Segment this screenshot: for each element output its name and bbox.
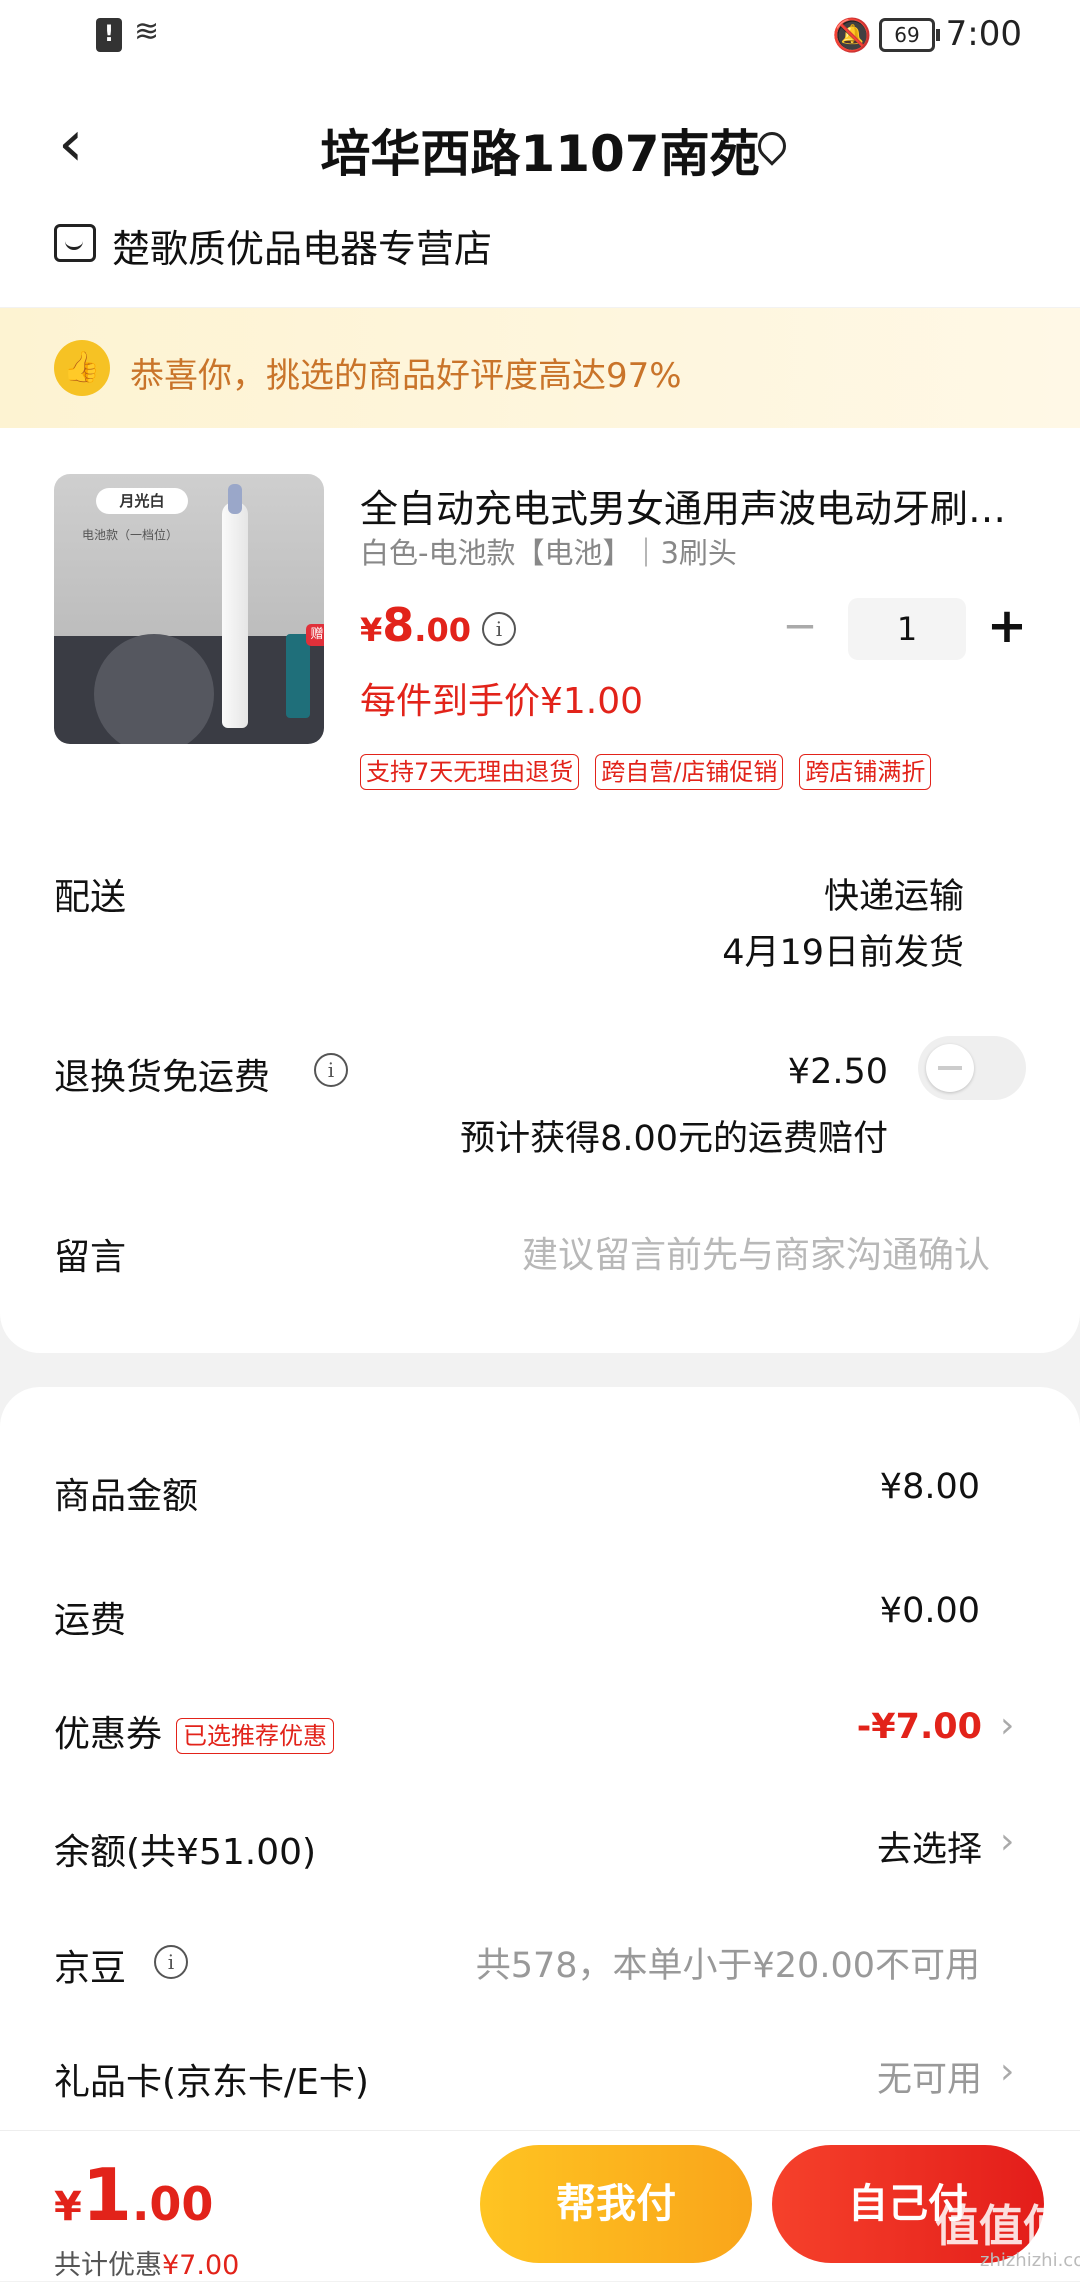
watermark-site: zhizhizhi.com [980,2250,1080,2271]
coupon-label: 优惠券 [54,1714,163,1755]
balance-chevron-icon[interactable]: › [1000,1821,1014,1862]
praise-banner: 👍 恭喜你，挑选的商品好评度高达97% [0,308,1080,428]
saved-value: ¥7.00 [162,2250,240,2281]
banner-text: 恭喜你，挑选的商品好评度高达97% [130,356,682,396]
return-shipping-note: 预计获得8.00元的运费赔付 [460,1119,888,1159]
checkout-bar: ¥1.00 共计优惠¥7.00 帮我付 自己付 [0,2130,1080,2281]
bell-muted-icon: 🔕 [832,16,872,54]
order-card: 月光白 电池款（一档位） 赠 全自动充电式男女通用声波电动牙刷… 白色-电池款【… [0,428,1080,1353]
balance-label: 余额(共¥51.00) [54,1832,317,1873]
freight-label: 运费 [54,1600,127,1641]
coupon-chevron-icon[interactable]: › [1000,1705,1014,1746]
service-badges: 支持7天无理由退货 跨自营/店铺促销 跨店铺满折 [360,754,932,790]
badge-return: 支持7天无理由退货 [360,754,580,790]
status-bar: ! ≋ 🔕 69 7:00 [0,0,1080,72]
jingdou-value: 共578，本单小于¥20.00不可用 [475,1946,980,1986]
return-shipping-price: ¥2.50 [787,1052,888,1092]
product-image-tag: 月光白 [96,488,188,514]
unit-price: 每件到手价¥1.00 [360,681,644,722]
product-price: ¥8.00 [360,598,471,652]
goods-amount-value: ¥8.00 [879,1467,980,1507]
badge-cross-discount: 跨店铺满折 [799,754,932,790]
saved-amount: 共计优惠¥7.00 [54,2243,239,2282]
coupon-tag: 已选推荐优惠 [176,1718,335,1754]
return-shipping-label: 退换货免运费 [54,1057,271,1098]
status-time: 7:00 [945,14,1022,54]
goods-amount-label: 商品金额 [54,1476,199,1517]
quantity-input[interactable]: 1 [848,598,966,660]
price-decimal: .00 [414,611,471,649]
return-shipping-toggle[interactable] [918,1036,1026,1100]
delivery-method[interactable]: 快递运输 [824,868,964,919]
brush-head-graphic [228,484,242,514]
giftcard-value[interactable]: 无可用 [877,2051,982,2102]
product-title[interactable]: 全自动充电式男女通用声波电动牙刷… [360,478,1030,533]
header: ‹ 培华西路1107南苑 楚歌质优品电器专营店 [0,72,1080,307]
product-image[interactable]: 月光白 电池款（一档位） 赠 [54,474,324,744]
price-symbol: ¥ [360,611,383,649]
product-image-sub: 电池款（一档位） [82,528,179,542]
summary-card: 商品金额 ¥8.00 运费 ¥0.00 优惠券 已选推荐优惠 -¥7.00 › 余… [0,1387,1080,2137]
message-input[interactable]: 建议留言前先与商家沟通确认 [380,1226,990,1278]
total-price: ¥1.00 [54,2153,213,2237]
giftcard-chevron-icon[interactable]: › [1000,2051,1014,2092]
giftcard-label: 礼品卡(京东卡/E卡) [54,2062,369,2103]
balance-select[interactable]: 去选择 [877,1821,982,1872]
address-title[interactable]: 培华西路1107南苑 [0,114,1080,186]
delivery-label: 配送 [54,877,127,918]
toothbrush-graphic [222,502,248,728]
price-integer: 8 [382,598,415,652]
sim-alert-icon: ! [96,18,122,52]
product-spec[interactable]: 白色-电池款【电池】｜3刷头 [360,530,737,572]
freight-value: ¥0.00 [879,1591,980,1631]
increase-button[interactable]: + [985,602,1029,650]
decrease-button[interactable]: − [780,605,820,648]
quantity-stepper: − 1 + [780,598,1030,660]
battery-level: 69 [894,23,920,47]
battery-graphic [286,634,310,718]
badge-cross-promo: 跨自营/店铺促销 [595,754,784,790]
image-decoration [94,634,214,744]
gift-badge: 赠 [306,624,324,646]
coupon-value[interactable]: -¥7.00 [857,1707,982,1747]
delivery-date[interactable]: 4月19日前发货 [722,924,964,975]
coupon-row[interactable]: 优惠券 已选推荐优惠 [54,1705,335,1757]
help-pay-button[interactable]: 帮我付 [480,2145,752,2263]
shop-icon [54,224,96,262]
battery-icon: 69 [879,18,940,52]
saved-label: 共计优惠 [54,2250,162,2281]
jingdou-info-icon[interactable]: i [154,1945,188,1979]
thumbs-up-icon: 👍 [54,340,110,396]
toggle-knob [926,1044,974,1092]
wifi-icon: ≋ [134,14,160,49]
total-symbol: ¥ [54,2184,82,2230]
watermark-logo: 值值值 [935,2201,1067,2252]
shop-name[interactable]: 楚歌质优品电器专营店 [112,218,492,273]
jingdou-label: 京豆 [54,1948,127,1989]
message-label: 留言 [54,1237,127,1278]
return-info-icon[interactable]: i [314,1053,348,1087]
total-integer: 1 [81,2153,132,2237]
total-decimal: .00 [131,2177,214,2231]
price-info-icon[interactable]: i [482,612,516,646]
